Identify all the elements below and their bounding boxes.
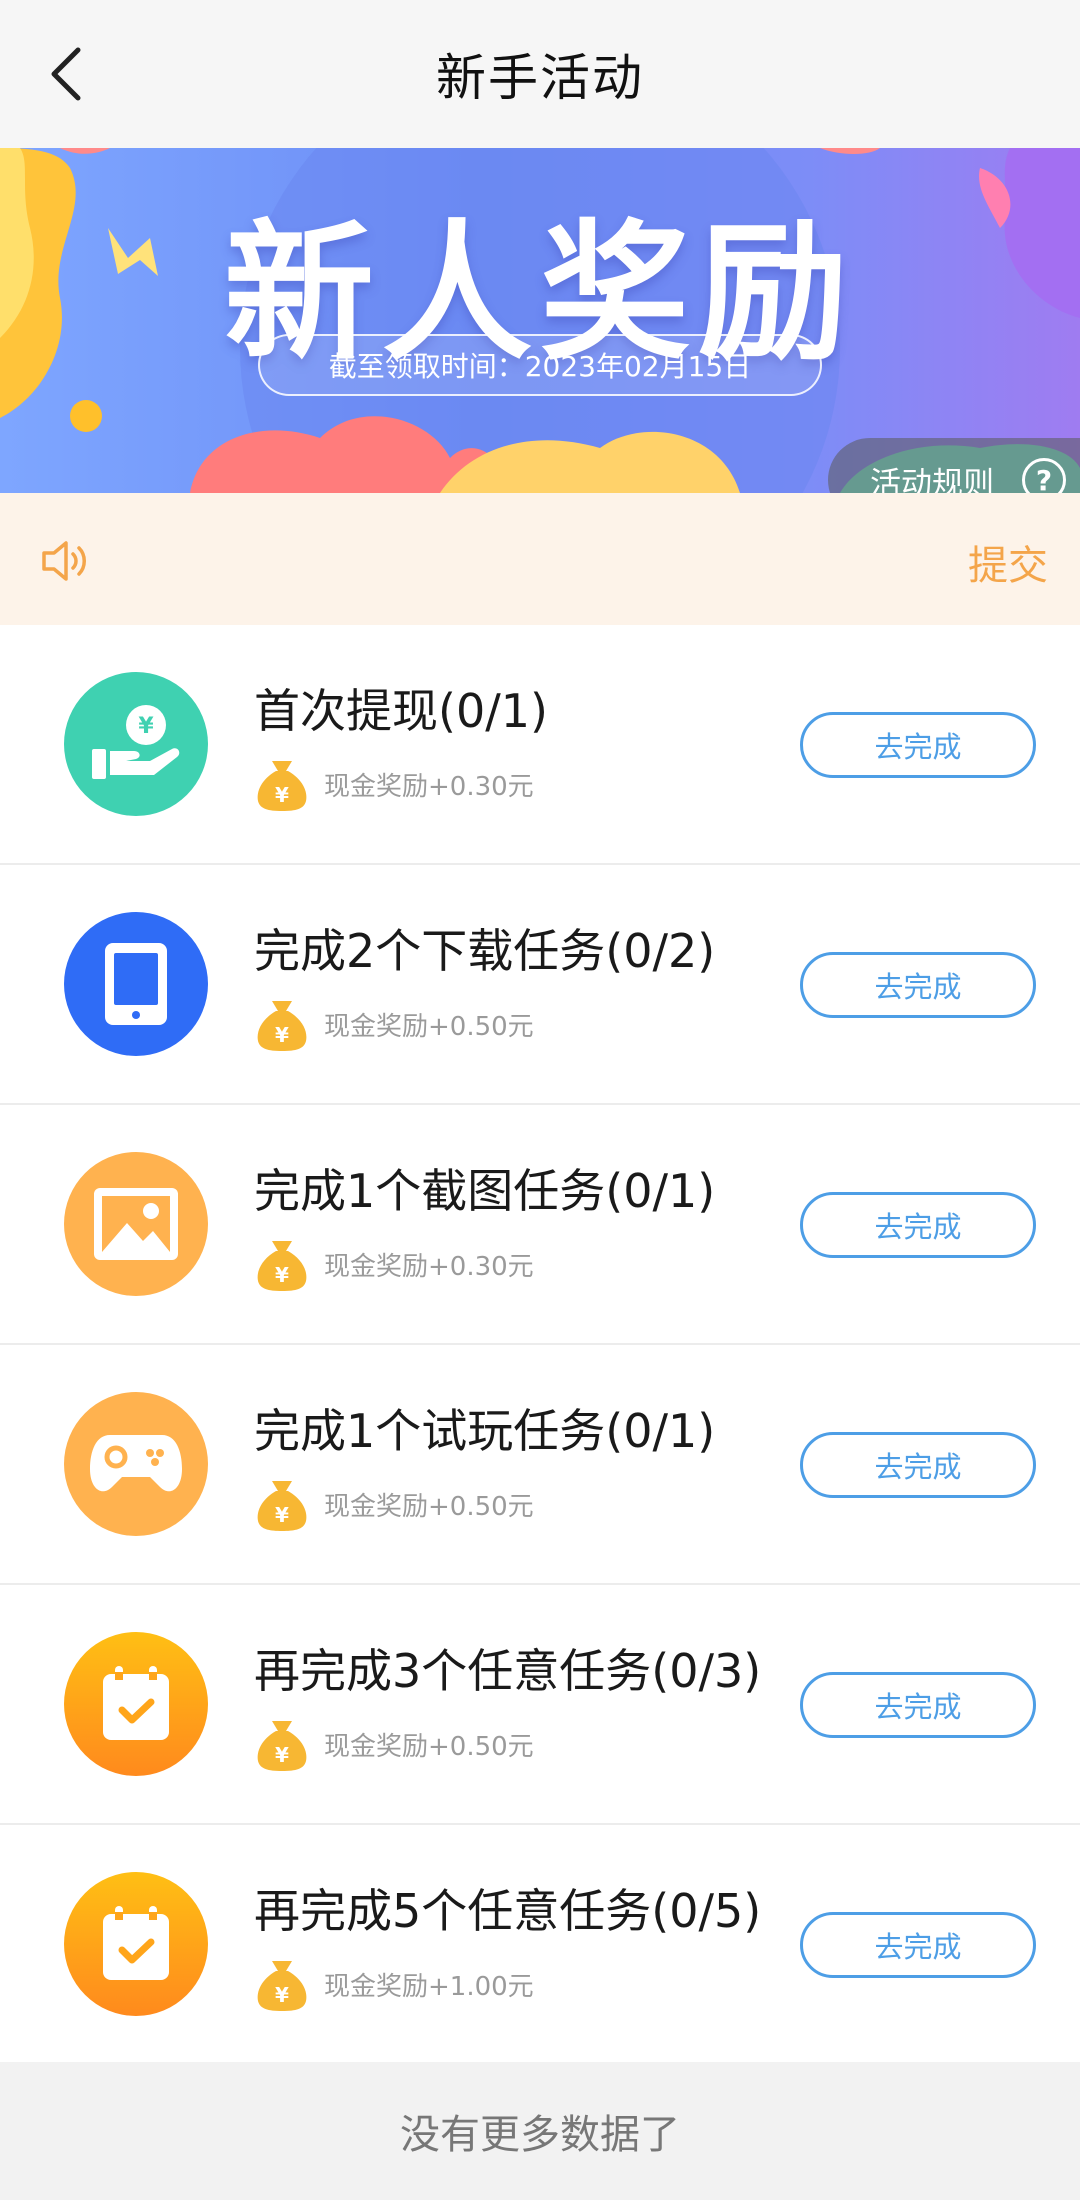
svg-text:¥: ¥: [138, 714, 154, 739]
go-complete-button[interactable]: 去完成: [800, 1432, 1036, 1498]
task-reward: ¥ 现金奖励+0.50元: [254, 995, 534, 1053]
reward-text: 现金奖励+1.00元: [324, 1971, 534, 2002]
task-title: 完成1个试玩任务(0/1): [254, 1404, 716, 1458]
svg-text:¥: ¥: [275, 1983, 289, 2007]
reward-text: 现金奖励+0.50元: [324, 1731, 534, 1762]
task-title: 完成2个下载任务(0/2): [254, 924, 716, 978]
svg-text:¥: ¥: [275, 1743, 289, 1767]
money-bag-icon: ¥: [257, 1961, 307, 2011]
submit-button[interactable]: 提交: [968, 533, 1048, 591]
task-list: ¥ 首次提现(0/1) ¥ 现金奖励+0.30元 去完成 完成2个下载任务(0/…: [0, 625, 1080, 2065]
task-item: 再完成5个任意任务(0/5) ¥ 现金奖励+1.00元 去完成: [0, 1825, 1080, 2065]
money-bag-icon: ¥: [257, 1241, 307, 1291]
reward-text: 现金奖励+0.50元: [324, 1011, 534, 1042]
task-reward: ¥ 现金奖励+0.30元: [254, 1235, 534, 1293]
go-complete-button[interactable]: 去完成: [800, 952, 1036, 1018]
chevron-left-icon: [51, 47, 81, 101]
image-icon: [64, 1152, 208, 1296]
no-more-data-footer: 没有更多数据了: [0, 2062, 1080, 2200]
task-item: 完成2个下载任务(0/2) ¥ 现金奖励+0.50元 去完成: [0, 865, 1080, 1105]
task-reward: ¥ 现金奖励+0.50元: [254, 1475, 534, 1533]
svg-text:¥: ¥: [275, 1263, 289, 1287]
reward-text: 现金奖励+0.30元: [324, 771, 534, 802]
calendar-check-icon: [64, 1872, 208, 2016]
task-title: 完成1个截图任务(0/1): [254, 1164, 716, 1218]
task-item: 完成1个截图任务(0/1) ¥ 现金奖励+0.30元 去完成: [0, 1105, 1080, 1345]
money-bag-icon: ¥: [257, 1721, 307, 1771]
go-complete-button[interactable]: 去完成: [800, 1672, 1036, 1738]
task-reward: ¥ 现金奖励+0.50元: [254, 1715, 534, 1773]
task-item: 完成1个试玩任务(0/1) ¥ 现金奖励+0.50元 去完成: [0, 1345, 1080, 1585]
reward-text: 现金奖励+0.50元: [324, 1491, 534, 1522]
reward-text: 现金奖励+0.30元: [324, 1251, 534, 1282]
task-reward: ¥ 现金奖励+1.00元: [254, 1955, 534, 2013]
gamepad-icon: [64, 1392, 208, 1536]
deadline-badge: 截至领取时间：2023年02月15日: [258, 334, 822, 396]
svg-text:¥: ¥: [275, 1023, 289, 1047]
money-bag-icon: ¥: [257, 1001, 307, 1051]
task-item: ¥ 首次提现(0/1) ¥ 现金奖励+0.30元 去完成: [0, 625, 1080, 865]
speaker-icon: [42, 541, 86, 581]
task-item: 再完成3个任意任务(0/3) ¥ 现金奖励+0.50元 去完成: [0, 1585, 1080, 1825]
back-button[interactable]: [36, 44, 96, 104]
money-bag-icon: ¥: [257, 1481, 307, 1531]
calendar-check-icon: [64, 1632, 208, 1776]
task-title: 再完成5个任意任务(0/5): [254, 1884, 762, 1938]
svg-text:¥: ¥: [275, 1503, 289, 1527]
task-title: 再完成3个任意任务(0/3): [254, 1644, 762, 1698]
page-title: 新手活动: [436, 49, 644, 107]
money-bag-icon: ¥: [257, 761, 307, 811]
page: 新手活动 新人奖励 截至领取时间：2023年02月15日 活动规则 ? 提交 ¥…: [0, 0, 1080, 2200]
notice-bar: 提交: [0, 493, 1080, 625]
task-reward: ¥ 现金奖励+0.30元: [254, 755, 534, 813]
app-header: 新手活动: [0, 0, 1080, 148]
task-title: 首次提现(0/1): [254, 684, 548, 738]
go-complete-button[interactable]: 去完成: [800, 712, 1036, 778]
go-complete-button[interactable]: 去完成: [800, 1192, 1036, 1258]
tablet-icon: [64, 912, 208, 1056]
go-complete-button[interactable]: 去完成: [800, 1912, 1036, 1978]
svg-text:¥: ¥: [275, 783, 289, 807]
cash-hand-icon: ¥: [64, 672, 208, 816]
